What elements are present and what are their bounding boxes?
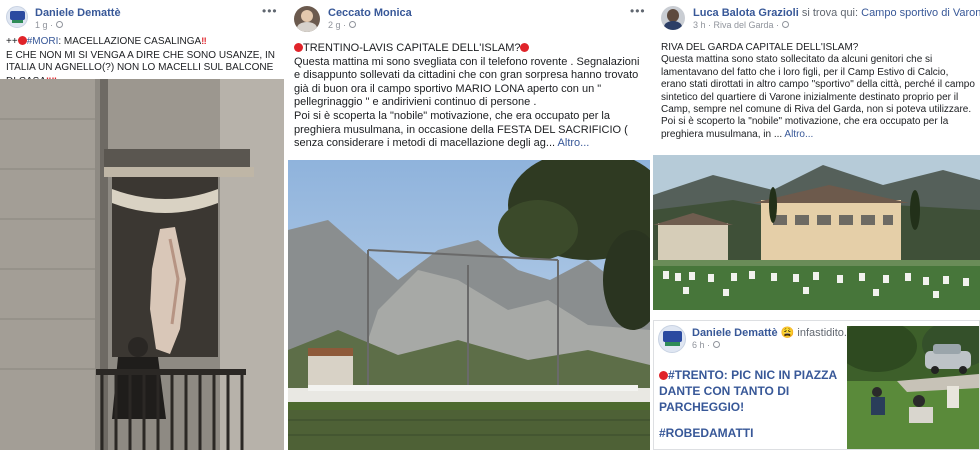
globe-icon: [55, 21, 63, 28]
post-text: RIVA DEL GARDA CAPITALE DELL'ISLAM? Ques…: [661, 42, 975, 140]
post-card-1: Daniele Demattè 1 g · ••• ++ #MORI: MACEL…: [0, 0, 286, 450]
avatar[interactable]: [6, 6, 28, 28]
post-timestamp[interactable]: 1 g ·: [35, 20, 121, 31]
post-timestamp[interactable]: 2 g ·: [328, 20, 412, 31]
red-circle-icon: [17, 36, 27, 45]
author-name[interactable]: Ceccato Monica: [328, 7, 412, 20]
post-card-4: Daniele Demattè 😩 infastidito. 6 h · #TR…: [653, 320, 980, 450]
more-options-icon[interactable]: •••: [262, 5, 278, 17]
hashtag-link[interactable]: #TRENTO: [668, 368, 724, 382]
red-circle-icon: [659, 371, 668, 380]
see-more-link[interactable]: Altro...: [558, 137, 590, 149]
author-name: Daniele Demattè 😩 infastidito.: [692, 327, 847, 339]
globe-icon: [781, 21, 789, 28]
feeling-emoji-icon: 😩: [780, 327, 795, 339]
avatar[interactable]: [661, 6, 685, 30]
post-text: #TRENTO: PIC NIC IN PIAZZA DANTE CON TAN…: [659, 367, 849, 441]
avatar[interactable]: [294, 6, 320, 32]
more-options-icon[interactable]: •••: [630, 5, 646, 17]
author-name[interactable]: Daniele Demattè: [35, 7, 121, 20]
post-header: Daniele Demattè 1 g ·: [6, 6, 121, 31]
red-circle-icon: [520, 43, 530, 52]
post-header: Luca Balota Grazioli si trova qui: Campo…: [661, 6, 980, 31]
post-header: Ceccato Monica 2 g ·: [294, 6, 412, 32]
author-name: Luca Balota Grazioli si trova qui: Campo…: [693, 7, 980, 20]
post-photo[interactable]: [288, 160, 650, 450]
post-photo[interactable]: [847, 326, 979, 449]
avatar[interactable]: [658, 325, 686, 353]
red-circle-icon: [294, 43, 303, 52]
hashtag-link[interactable]: #ROBEDAMATTI: [659, 425, 849, 441]
post-header: Daniele Demattè 😩 infastidito. 6 h ·: [658, 325, 847, 353]
post-timestamp[interactable]: 3 h · Riva del Garda ·: [693, 20, 980, 31]
post-card-2: Ceccato Monica 2 g · ••• TRENTINO-LAVIS …: [288, 0, 650, 450]
globe-icon: [712, 341, 720, 348]
post-card-3: Luca Balota Grazioli si trova qui: Campo…: [653, 0, 980, 310]
post-photo[interactable]: [653, 155, 980, 310]
post-text: TRENTINO-LAVIS CAPITALE DELL'ISLAM? Ques…: [294, 42, 640, 150]
location-link[interactable]: Campo sportivo di Varone.: [861, 7, 980, 19]
post-timestamp[interactable]: 6 h ·: [692, 340, 847, 351]
globe-icon: [348, 21, 356, 28]
post-photo[interactable]: [0, 79, 284, 450]
see-more-link[interactable]: Altro...: [784, 129, 813, 140]
hashtag-link[interactable]: #MORI: [27, 36, 59, 47]
